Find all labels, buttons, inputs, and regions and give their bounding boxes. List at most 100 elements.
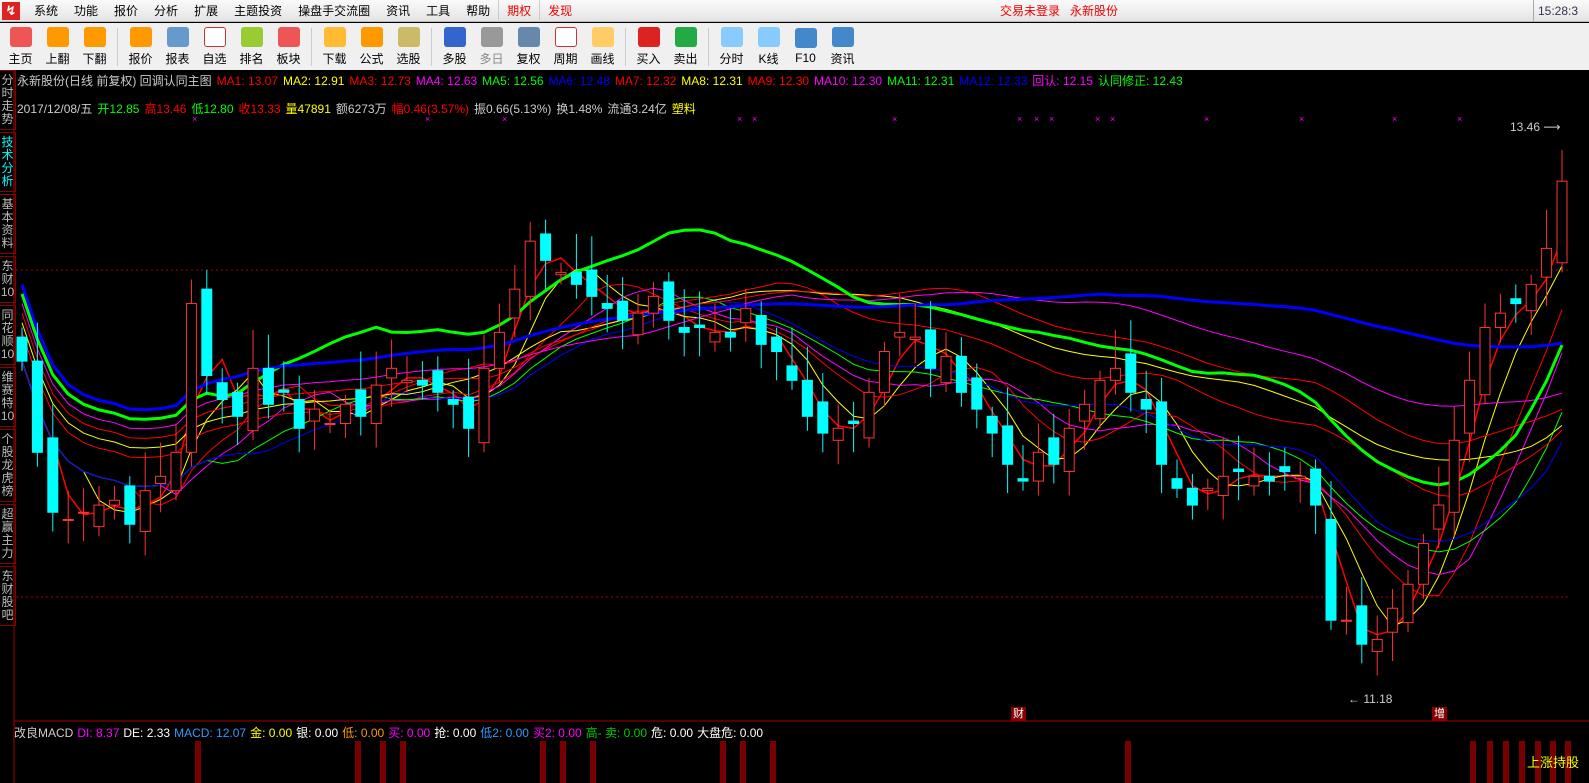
signal-marker: × (1204, 114, 1209, 124)
low-price-label: ← 11.18 (1348, 692, 1393, 706)
candle-body (617, 300, 629, 321)
candle-body (817, 401, 829, 434)
candle-body (478, 367, 490, 444)
candle-body (1433, 504, 1445, 530)
side-tab[interactable]: 同花顺10 (0, 305, 16, 365)
candle-body (463, 396, 475, 429)
candle-body (1094, 379, 1106, 420)
side-tab[interactable]: 维赛特10 (0, 367, 16, 427)
side-tabs: 分时走势技术分析基本资料东财10 同花顺10 维赛特10 个股龙虎榜超赢主力东财股吧 (0, 70, 16, 626)
info1-item: MA9: 12.30 (747, 74, 810, 88)
signal-marker: × (752, 114, 757, 124)
candle-body (801, 379, 813, 417)
indicator-item: 银: 0.00 (296, 726, 339, 740)
candle-body (524, 240, 536, 297)
info1-item: MA4: 12.63 (415, 74, 478, 88)
candle-body (786, 365, 798, 381)
macd-bar (355, 741, 361, 783)
info1-item: MA7: 12.32 (614, 74, 677, 88)
info2-item: 开12.85 (97, 102, 140, 116)
candle-body (139, 490, 151, 532)
candle-body (1079, 403, 1091, 422)
candle-body (386, 367, 398, 379)
macd-bar (540, 741, 546, 783)
candle-body (339, 403, 351, 424)
candle-body (1541, 247, 1553, 278)
candle-body (694, 324, 706, 329)
side-tab[interactable]: 基本资料 (0, 194, 16, 254)
candle-body (1371, 638, 1383, 652)
high-price-label: 13.46 ⟶ (1510, 120, 1561, 134)
candle-body (247, 367, 259, 432)
candle-body (848, 420, 860, 425)
candle-body (1402, 583, 1414, 624)
candle-body (1202, 487, 1214, 492)
side-tab[interactable]: 技术分析 (0, 132, 16, 192)
indicator-item: 买: 0.00 (388, 726, 431, 740)
info2-item: 收13.33 (238, 102, 281, 116)
candle-body (1171, 478, 1183, 489)
candle-body (493, 331, 505, 369)
macd-bar (195, 741, 201, 783)
info1-item: MA11: 12.31 (887, 74, 955, 88)
candle-body (1325, 518, 1337, 621)
increase-tag[interactable]: 增 (1432, 707, 1447, 721)
info2-item: 换1.48% (556, 102, 603, 116)
macd-bar (1487, 741, 1493, 783)
info2-item: 振0.66(5.13%) (473, 102, 552, 116)
candle-body (78, 511, 90, 514)
candle-body (1448, 439, 1460, 513)
info1-item: 认同修正: 12.43 (1098, 74, 1183, 88)
macd-bar (1470, 741, 1476, 783)
indicator-item: 低: 0.00 (342, 726, 385, 740)
candle-body (1017, 478, 1029, 482)
info2-item: 2017/12/08/五 (17, 102, 93, 116)
candle-body (863, 391, 875, 439)
candle-body (93, 504, 105, 528)
side-tab[interactable]: 东财10 (0, 256, 16, 303)
quote-info-row: 2017/12/08/五 开12.85 高13.46 低12.80 收13.33 量478… (17, 100, 701, 117)
candle-body (1125, 353, 1137, 393)
candle-body (878, 351, 890, 393)
candle-body (1048, 437, 1060, 465)
kline-chart[interactable]: × × × × × × × × × × × × × × ×13.46 ⟶← 11.18 (0, 0, 1589, 783)
candle-body (278, 389, 290, 393)
candle-body (971, 377, 983, 410)
candle-body (1002, 425, 1014, 465)
info1-item: MA3: 12.73 (349, 74, 411, 88)
candle-body (755, 315, 767, 345)
candle-body (1032, 451, 1044, 482)
side-tab[interactable]: 超赢主力 (0, 504, 16, 564)
info1-item: MA12: 12.33 (959, 74, 1028, 88)
indicator-item: DE: 2.33 (123, 726, 171, 740)
candle-body (1140, 399, 1152, 410)
candle-body (1510, 298, 1522, 305)
macd-indicator-row: 改良MACD DI: 8.37 DE: 2.33 MACD: 12.07 金: 0.00… (14, 724, 767, 741)
info2-item: 幅0.46(3.57%) (391, 102, 469, 116)
side-tab[interactable]: 东财股吧 (0, 566, 16, 626)
candle-body (663, 281, 675, 321)
finance-tag[interactable]: 财 (1011, 707, 1026, 721)
candle-body (1186, 487, 1198, 506)
candle-body (1156, 401, 1168, 465)
indicator-item: 大盘危: 0.00 (697, 726, 764, 740)
indicator-item: 高- 卖: 0.00 (585, 726, 648, 740)
candle-body (201, 288, 213, 377)
candle-body (632, 312, 644, 336)
signal-marker: × (1392, 114, 1397, 124)
side-tab[interactable]: 分时走势 (0, 70, 16, 130)
candle-body (1109, 367, 1121, 381)
candle-body (401, 379, 413, 384)
signal-marker: × (1095, 114, 1100, 124)
side-tab[interactable]: 个股龙虎榜 (0, 429, 16, 502)
indicator-item: 低2: 0.00 (480, 726, 529, 740)
candle-body (1248, 475, 1260, 487)
candle-body (570, 271, 582, 285)
info2-item: 额6273万 (335, 102, 387, 116)
info1-item: MA1: 13.07 (216, 74, 279, 88)
info1-item: MA5: 12.56 (482, 74, 544, 88)
signal-marker: × (737, 114, 742, 124)
indicator-item: 危: 0.00 (651, 726, 694, 740)
macd-bar (1503, 741, 1509, 783)
signal-marker: × (1034, 114, 1039, 124)
